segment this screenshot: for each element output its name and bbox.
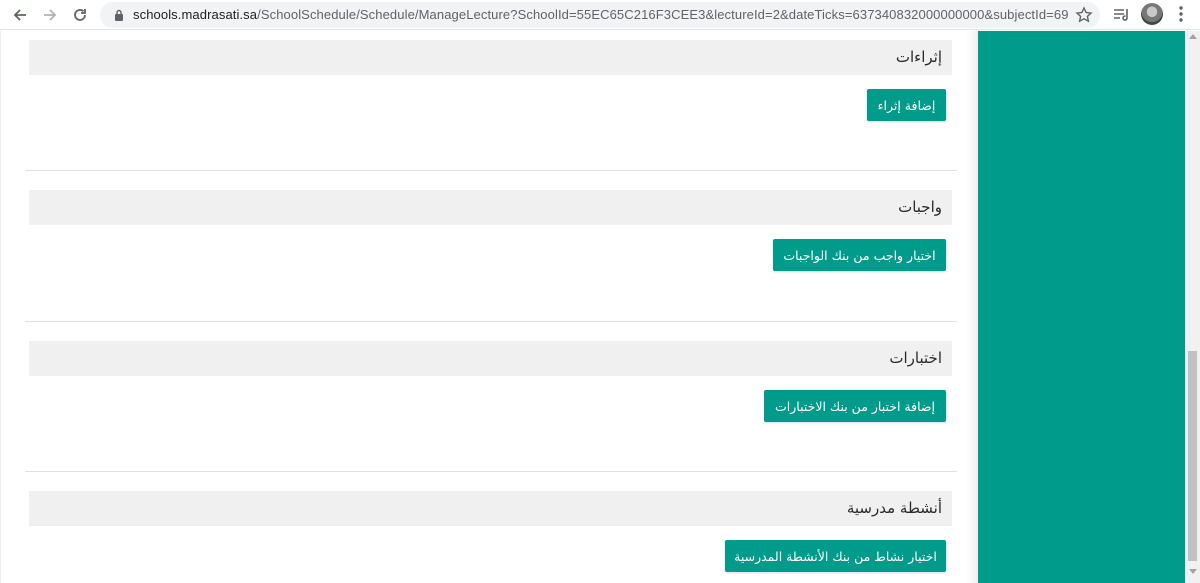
section-title: إثراءات [895, 48, 942, 66]
scroll-up-arrow[interactable] [1185, 33, 1200, 45]
section-header-enrichments: إثراءات [29, 40, 952, 75]
scrollbar-thumb[interactable] [1188, 351, 1197, 561]
reading-list-button[interactable] [1110, 3, 1132, 29]
arrow-left-icon [13, 9, 26, 21]
section-title: أنشطة مدرسية [846, 499, 942, 517]
section-header-homework: واجبات [29, 190, 952, 225]
profile-avatar[interactable] [1141, 3, 1163, 25]
section-header-exams: اختبارات [29, 341, 952, 376]
address-bar[interactable]: schools.madrasati.sa/SchoolSchedule/Sche… [100, 2, 1100, 28]
triangle-down-icon [1188, 569, 1197, 574]
browser-toolbar: schools.madrasati.sa/SchoolSchedule/Sche… [0, 0, 1200, 30]
url-text[interactable]: schools.madrasati.sa/SchoolSchedule/Sche… [133, 7, 1068, 22]
section-title: واجبات [898, 198, 942, 216]
section-divider [25, 471, 957, 472]
reload-button[interactable] [68, 3, 92, 27]
section-header-activities: أنشطة مدرسية [29, 491, 952, 526]
star-icon[interactable] [1075, 6, 1093, 24]
add-exam-button[interactable]: إضافة اختبار من بنك الاختبارات [764, 390, 946, 422]
page-scrollbar[interactable] [1185, 31, 1200, 583]
vertical-dots-icon [1179, 6, 1183, 22]
section-divider [25, 170, 957, 171]
section-divider [25, 321, 957, 322]
lock-icon [115, 9, 123, 21]
page-viewport: إثراءات إضافة إثراء واجبات اختيار واجب م… [0, 31, 1200, 583]
choose-homework-button[interactable]: اختيار واجب من بنك الواجبات [773, 239, 946, 271]
back-button[interactable] [8, 3, 32, 27]
sidebar-panel [978, 31, 1185, 583]
arrow-right-icon [44, 9, 57, 21]
scroll-down-arrow[interactable] [1185, 569, 1200, 581]
add-enrichment-button[interactable]: إضافة إثراء [867, 89, 946, 121]
lecture-content: إثراءات إضافة إثراء واجبات اختيار واجب م… [0, 31, 978, 583]
triangle-up-icon [1188, 34, 1197, 39]
section-title: اختبارات [889, 349, 942, 367]
choose-activity-button[interactable]: اختيار نشاط من بنك الأنشطة المدرسية [725, 540, 946, 572]
forward-button[interactable] [38, 3, 62, 27]
reload-icon [74, 9, 86, 21]
url-path: /SchoolSchedule/Schedule/ManageLecture?S… [257, 7, 1068, 22]
reading-list-icon [1114, 9, 1128, 21]
url-host: schools.madrasati.sa [133, 7, 258, 22]
content-shadow [966, 31, 978, 583]
browser-menu-button[interactable] [1173, 3, 1189, 29]
